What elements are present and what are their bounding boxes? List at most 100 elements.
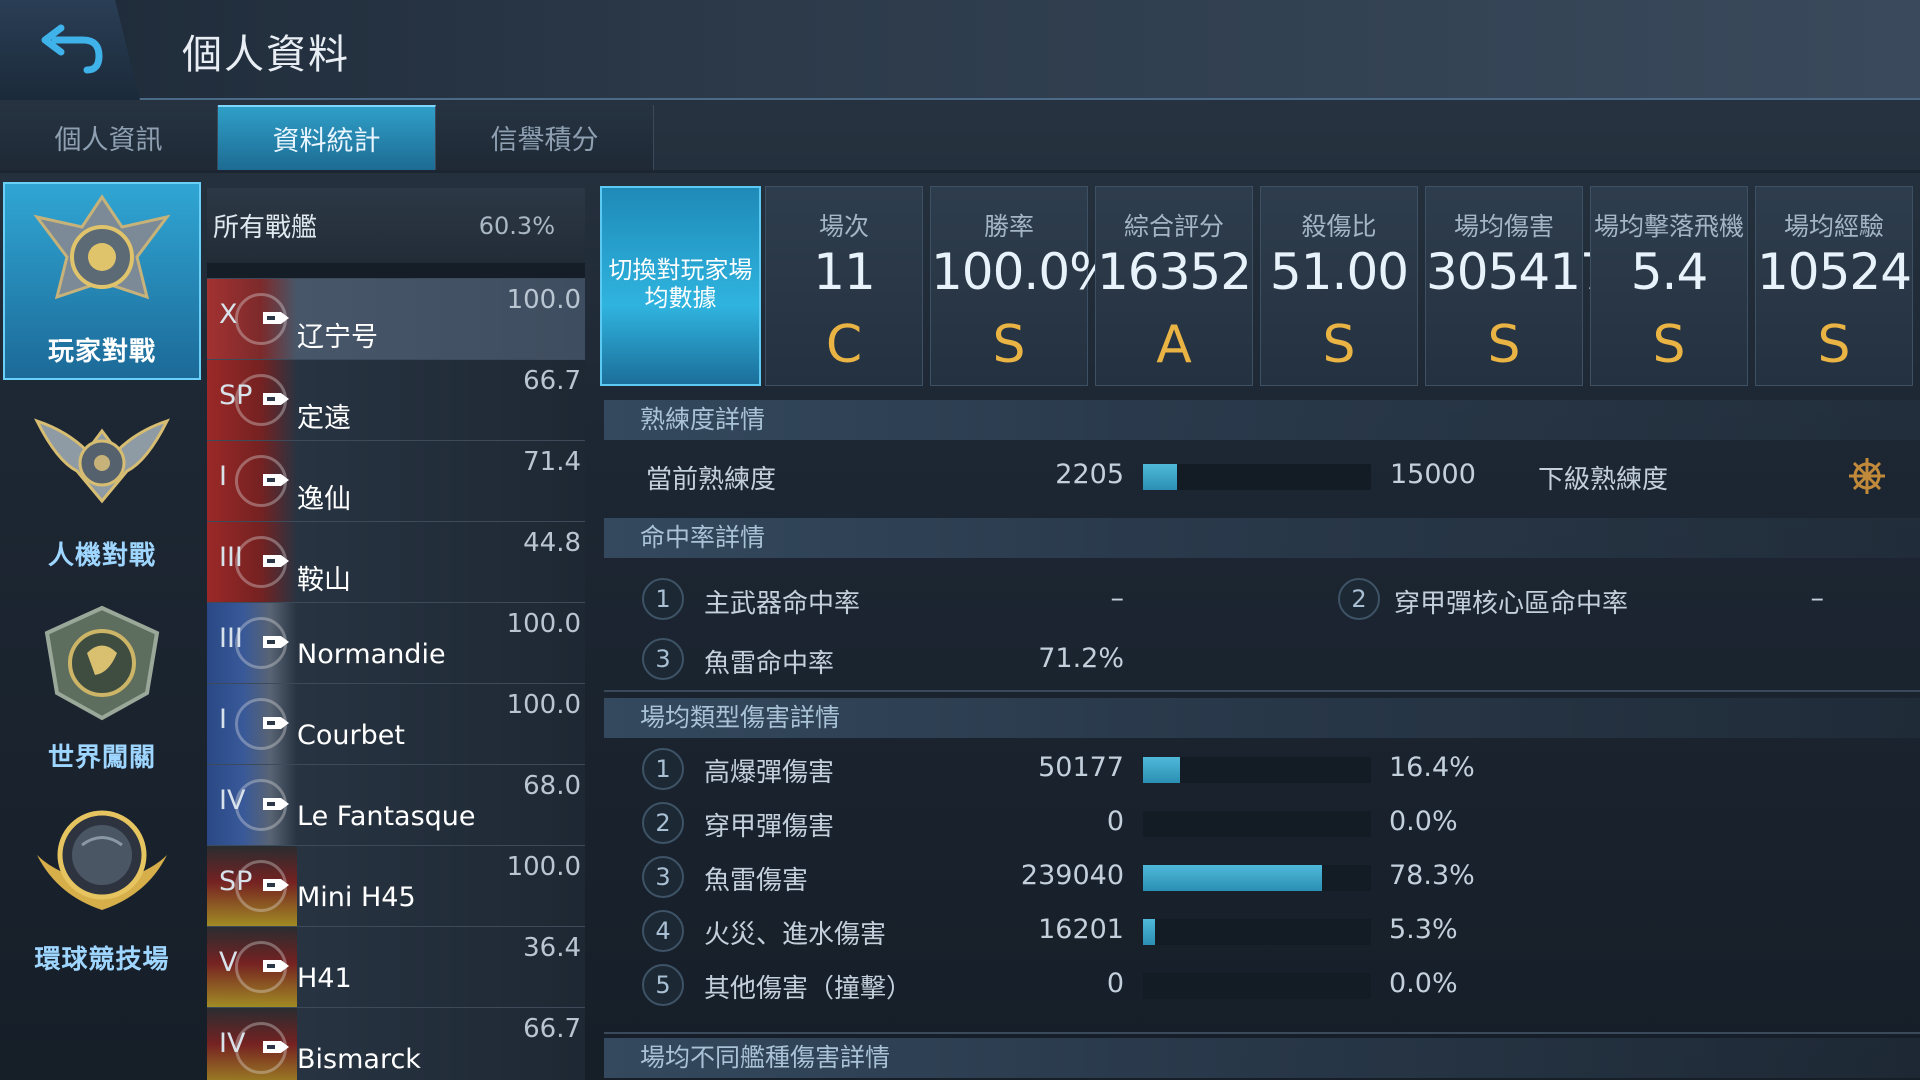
ship-wheel-icon[interactable] <box>1847 456 1887 496</box>
mode-label: 世界闖關 <box>47 743 156 773</box>
stat-grade: C <box>825 315 863 375</box>
pve-emblem-icon <box>34 418 170 504</box>
ship-tier: X <box>219 299 238 330</box>
ship-name: 逸仙 <box>297 484 351 515</box>
ship-name: Bismarck <box>297 1044 421 1075</box>
damage-type-label: 其他傷害（撞擊） <box>704 974 913 1004</box>
ship-tier: III <box>219 623 243 654</box>
stat-grade: S <box>1487 315 1521 375</box>
ship-row[interactable]: III 鞍山 44.8 <box>207 521 585 602</box>
main-weapon-hit-label: 主武器命中率 <box>704 589 861 619</box>
ship-name: Courbet <box>297 720 405 751</box>
back-button[interactable] <box>0 0 140 100</box>
ship-tier: V <box>219 947 238 978</box>
mode-arena[interactable]: 環球競技場 <box>3 788 201 986</box>
index-badge: 3 <box>642 638 684 680</box>
ship-tier: SP <box>219 380 253 411</box>
stat-label: 場均傷害 <box>1453 212 1554 241</box>
stat-card: 場均擊落飛機 5.4 S <box>1590 186 1748 386</box>
stat-grade: A <box>1156 315 1192 375</box>
next-proficiency-value: 15000 <box>1390 459 1476 490</box>
ship-tier: IV <box>219 785 246 816</box>
tab-personal-info[interactable]: 個人資訊 <box>0 105 218 170</box>
ship-tier: III <box>219 542 243 573</box>
damage-type-label: 魚雷傷害 <box>704 866 809 896</box>
all-ships-row[interactable]: 所有戰艦 60.3% <box>207 188 585 266</box>
battleship-icon <box>263 717 289 729</box>
divider <box>604 690 1920 692</box>
mode-pve[interactable]: 人機對戰 <box>3 384 201 582</box>
tab-reputation[interactable]: 信譽積分 <box>436 105 654 170</box>
next-proficiency-label: 下級熟練度 <box>1538 465 1669 495</box>
ship-row[interactable]: SP 定遠 66.7 <box>207 359 585 440</box>
current-proficiency-label: 當前熟練度 <box>646 465 777 495</box>
battleship-icon <box>263 474 289 486</box>
stat-grade: S <box>992 315 1026 375</box>
index-badge: 2 <box>1338 578 1380 620</box>
proficiency-bar-fill <box>1143 464 1177 490</box>
ship-name: Mini H45 <box>297 882 416 913</box>
page-title: 個人資料 <box>182 32 350 78</box>
index-badge: 2 <box>642 802 684 844</box>
stat-label: 綜合評分 <box>1123 212 1224 241</box>
damage-type-value: 16201 <box>1038 914 1124 945</box>
ap-core-hit-label: 穿甲彈核心區命中率 <box>1394 589 1629 619</box>
damage-type-bar-fill <box>1143 757 1181 783</box>
ship-winrate: 100.0 <box>506 852 581 882</box>
torpedo-hit-value: 71.2% <box>1038 643 1124 674</box>
stat-label: 場次 <box>818 212 869 241</box>
mode-label: 環球競技場 <box>34 945 170 975</box>
stat-card: 場均經驗 10524 S <box>1755 186 1913 386</box>
ship-winrate: 68.0 <box>523 771 581 801</box>
stat-card: 殺傷比 51.00 S <box>1260 186 1418 386</box>
world-emblem-icon <box>44 605 160 721</box>
list-spacer <box>207 266 585 278</box>
battleship-icon <box>263 393 289 405</box>
divider <box>604 1032 1920 1034</box>
ship-row[interactable]: SP Mini H45 100.0 <box>207 845 585 926</box>
destroyer-icon <box>263 798 289 810</box>
stat-grade: S <box>1322 315 1356 375</box>
ship-winrate: 66.7 <box>523 366 581 396</box>
proficiency-section-title: 熟練度詳情 <box>604 400 1920 440</box>
damage-type-bar <box>1143 865 1371 891</box>
damage-type-pct: 78.3% <box>1389 860 1475 891</box>
stat-value: 305417 <box>1426 243 1612 301</box>
ap-core-hit-value: – <box>1810 583 1825 614</box>
carrier-icon <box>263 312 289 324</box>
damage-type-pct: 0.0% <box>1389 968 1458 999</box>
index-badge: 1 <box>642 748 684 790</box>
pvp-emblem-icon <box>33 194 171 300</box>
damage-type-pct: 0.0% <box>1389 806 1458 837</box>
ship-list: 所有戰艦 60.3% X 辽宁号 100.0 SP 定遠 66.7 I 逸仙 71.4 III 鞍山… <box>207 188 585 1080</box>
damage-type-value: 0 <box>1106 968 1124 999</box>
stat-value: 51.00 <box>1269 243 1409 301</box>
damage-type-section-title: 場均類型傷害詳情 <box>604 698 1920 738</box>
index-badge: 4 <box>642 910 684 952</box>
ship-winrate: 100.0 <box>506 690 581 720</box>
ship-row[interactable]: III Normandie 100.0 <box>207 602 585 683</box>
stat-grade: S <box>1652 315 1686 375</box>
battleship-icon <box>263 1041 289 1053</box>
damage-type-bar-fill <box>1143 919 1156 945</box>
mode-world[interactable]: 世界闖關 <box>3 586 201 784</box>
tab-statistics[interactable]: 資料統計 <box>218 105 436 170</box>
stat-label: 場均擊落飛機 <box>1593 212 1744 241</box>
ship-row[interactable]: X 辽宁号 100.0 <box>207 278 585 359</box>
ship-row[interactable]: I 逸仙 71.4 <box>207 440 585 521</box>
index-badge: 1 <box>642 578 684 620</box>
ship-row[interactable]: I Courbet 100.0 <box>207 683 585 764</box>
switch-stats-button[interactable]: 切換對玩家場均數據 <box>600 186 761 386</box>
ship-name: 辽宁号 <box>297 322 378 353</box>
mode-label: 人機對戰 <box>47 541 156 571</box>
ship-row[interactable]: V H41 36.4 <box>207 926 585 1007</box>
mode-pvp[interactable]: 玩家對戰 <box>3 182 201 380</box>
ship-row[interactable]: IV Bismarck 66.7 <box>207 1007 585 1080</box>
tab-bar: 個人資訊 資料統計 信譽積分 <box>0 105 660 170</box>
damage-type-pct: 5.3% <box>1389 914 1458 945</box>
ship-winrate: 66.7 <box>523 1014 581 1044</box>
ship-tier: I <box>219 461 227 492</box>
ship-row[interactable]: IV Le Fantasque 68.0 <box>207 764 585 845</box>
tab-divider <box>0 170 1920 173</box>
stat-label: 勝率 <box>983 212 1034 241</box>
